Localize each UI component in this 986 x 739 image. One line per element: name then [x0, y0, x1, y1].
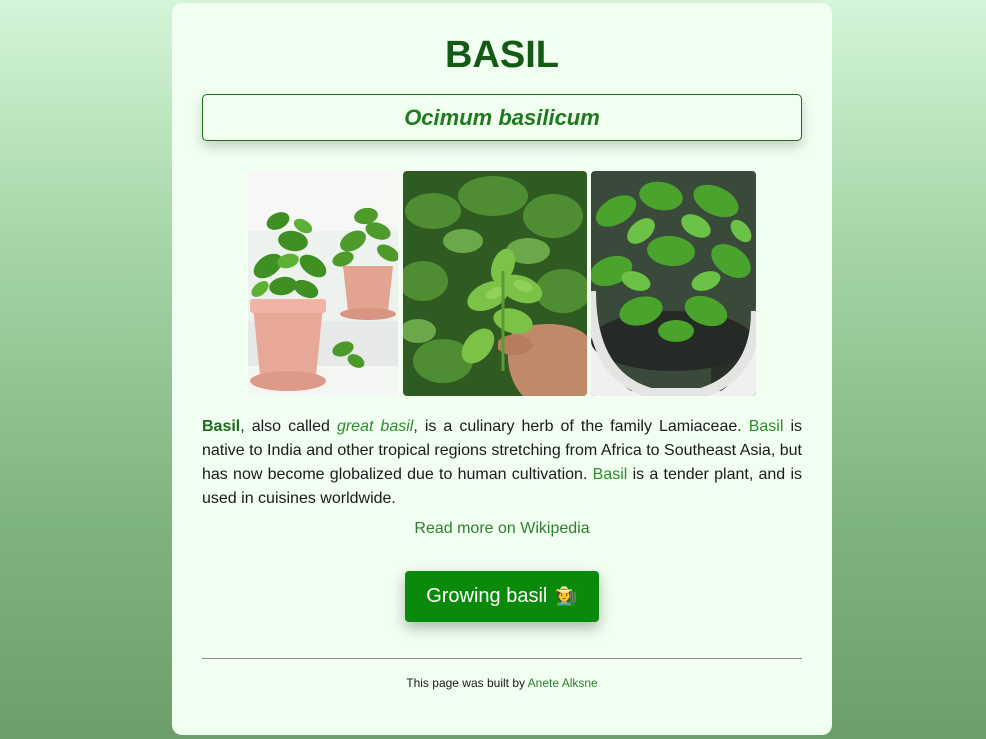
footer: This page was built by Anete Alksne: [172, 675, 832, 691]
page-title: BASIL: [445, 34, 559, 76]
growing-basil-button[interactable]: Growing basil 🧑‍🌾: [405, 571, 599, 622]
desc-term-basil: Basil: [202, 418, 241, 435]
desc-highlight-basil: Basil: [592, 466, 628, 483]
footer-divider: [202, 658, 802, 659]
desc-text: , is a culinary herb of the family Lamia…: [413, 418, 749, 435]
basil-photo-hand: [403, 171, 587, 396]
main-card: BASIL Ocimum basilicum Basil, also calle…: [172, 3, 832, 735]
scientific-name-box: Ocimum basilicum: [202, 94, 802, 141]
desc-text: , also called: [240, 418, 337, 435]
farmer-icon: 🧑‍🌾: [555, 586, 578, 606]
author-link[interactable]: Anete Alksne: [528, 676, 598, 690]
footer-prefix: This page was built by: [406, 676, 528, 690]
description-paragraph: Basil, also called great basil, is a cul…: [202, 415, 802, 511]
wikipedia-link[interactable]: Read more on Wikipedia: [172, 518, 832, 540]
growing-basil-button-label: Growing basil: [426, 585, 548, 607]
basil-photo-windowsill: [248, 171, 398, 396]
desc-alt-name: great basil: [336, 418, 414, 435]
basil-photo-white-pot: [591, 171, 756, 396]
scientific-name: Ocimum basilicum: [404, 105, 600, 130]
desc-highlight-basil: Basil: [748, 418, 784, 435]
